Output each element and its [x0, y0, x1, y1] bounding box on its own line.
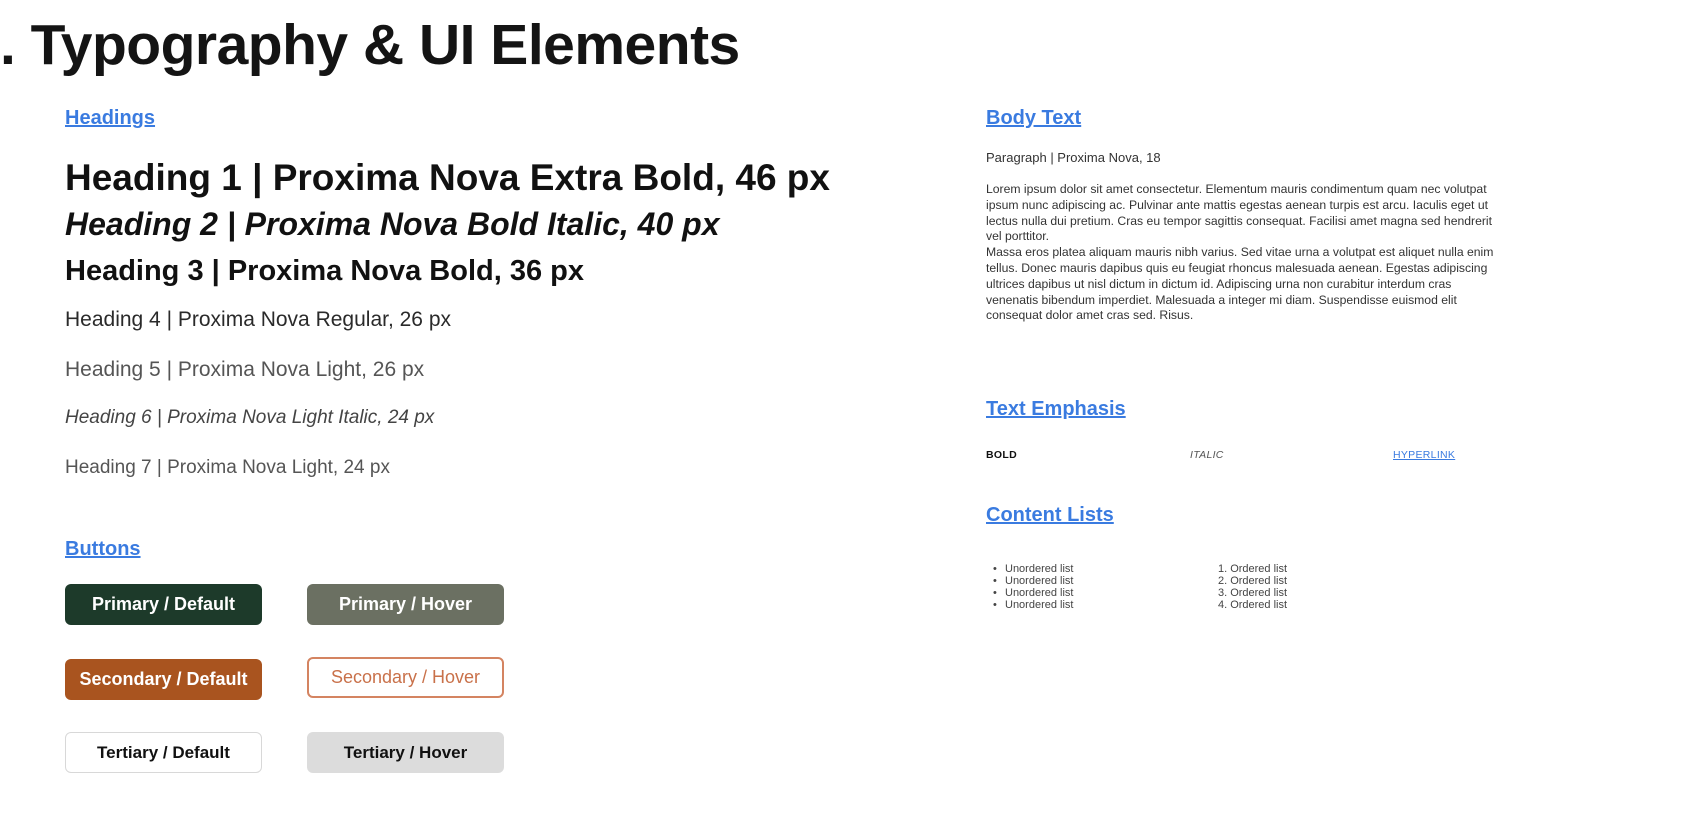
primary-default-button[interactable]: Primary / Default: [65, 584, 262, 625]
bold-sample: BOLD: [986, 449, 1017, 461]
paragraph-sample: Lorem ipsum dolor sit amet consectetur. …: [986, 182, 1494, 323]
list-item: • Unordered list: [993, 587, 1074, 599]
list-item: • Unordered list: [993, 599, 1074, 611]
buttons-section-link[interactable]: Buttons: [65, 538, 141, 561]
list-item: • Unordered list: [993, 575, 1074, 587]
text-emphasis-section-link[interactable]: Text Emphasis: [986, 398, 1126, 421]
heading-5-sample: Heading 5 | Proxima Nova Light, 26 px: [65, 358, 425, 381]
heading-7-sample: Heading 7 | Proxima Nova Light, 24 px: [65, 457, 390, 478]
heading-6-sample: Heading 6 | Proxima Nova Light Italic, 2…: [65, 407, 435, 428]
tertiary-default-button[interactable]: Tertiary / Default: [65, 732, 262, 773]
heading-2-sample: Heading 2 | Proxima Nova Bold Italic, 40…: [65, 206, 720, 242]
headings-section-link[interactable]: Headings: [65, 107, 155, 130]
list-item: 3. Ordered list: [1218, 587, 1288, 599]
hyperlink-sample[interactable]: HYPERLINK: [1393, 449, 1455, 461]
body-text-section-link[interactable]: Body Text: [986, 107, 1081, 130]
secondary-hover-button[interactable]: Secondary / Hover: [307, 657, 504, 698]
list-item: 1. Ordered list: [1218, 563, 1288, 575]
heading-4-sample: Heading 4 | Proxima Nova Regular, 26 px: [65, 308, 451, 331]
bullet-icon: •: [993, 599, 997, 611]
bullet-icon: •: [993, 563, 997, 575]
tertiary-hover-button[interactable]: Tertiary / Hover: [307, 732, 504, 773]
unordered-list: • Unordered list • Unordered list • Unorder…: [993, 563, 1073, 611]
bullet-icon: •: [993, 587, 997, 599]
list-item: 2. Ordered list: [1218, 575, 1288, 587]
content-lists-section-link[interactable]: Content Lists: [986, 504, 1114, 527]
heading-1-sample: Heading 1 | Proxima Nova Extra Bold, 46 …: [65, 157, 830, 198]
paragraph-label: Paragraph | Proxima Nova, 18: [986, 150, 1161, 165]
italic-sample: ITALIC: [1190, 449, 1224, 461]
heading-3-sample: Heading 3 | Proxima Nova Bold, 36 px: [65, 255, 584, 287]
list-item: • Unordered list: [993, 563, 1074, 575]
bullet-icon: •: [993, 575, 997, 587]
page-title: . Typography & UI Elements: [0, 13, 740, 77]
secondary-default-button[interactable]: Secondary / Default: [65, 659, 262, 700]
list-item: 4. Ordered list: [1218, 599, 1288, 611]
ordered-list: 1. Ordered list 2. Ordered list 3. Ordered …: [1218, 563, 1287, 611]
primary-hover-button[interactable]: Primary / Hover: [307, 584, 504, 625]
